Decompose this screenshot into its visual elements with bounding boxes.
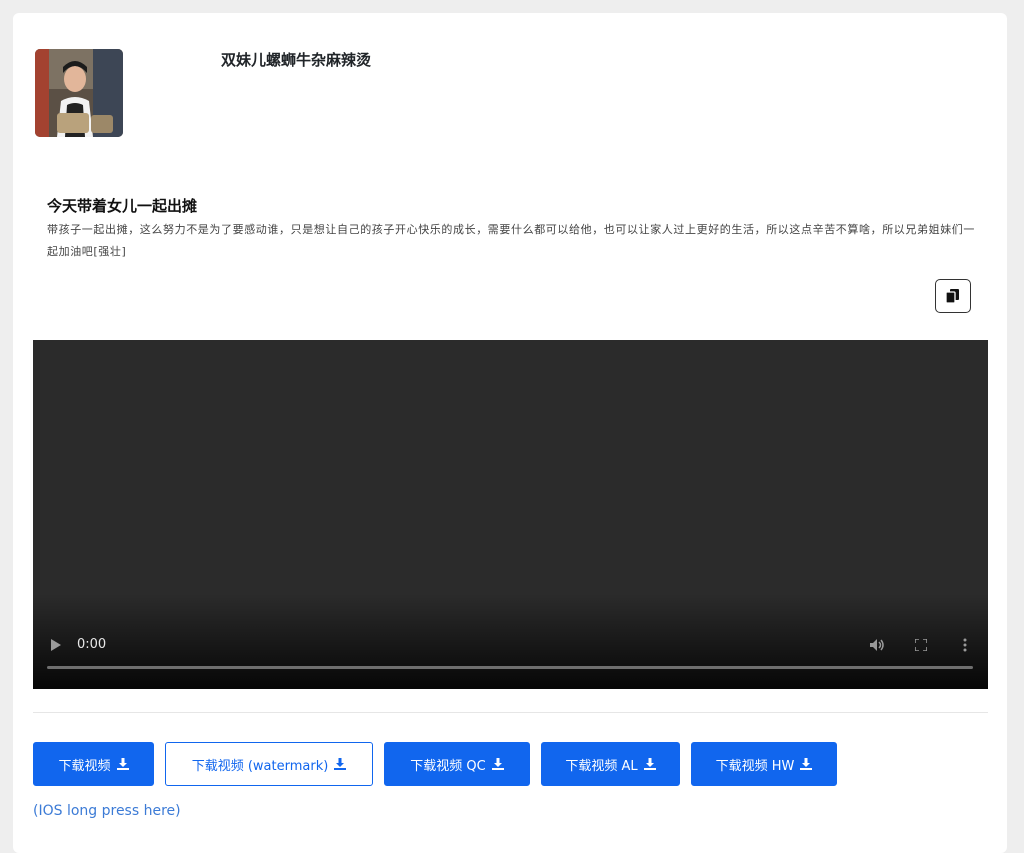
download-icon: [643, 758, 656, 770]
video-controls-overlay: [33, 594, 988, 689]
download-video-label: 下载视频: [58, 758, 111, 774]
download-watermark-button[interactable]: 下载视频 (watermark): [165, 742, 373, 786]
download-qc-label: 下载视频 QC: [410, 758, 486, 774]
copy-icon: [945, 289, 959, 304]
download-al-label: 下载视频 AL: [565, 758, 638, 774]
post-title: 今天带着女儿一起出摊: [47, 197, 198, 215]
play-button[interactable]: [49, 638, 63, 652]
download-icon: [334, 758, 347, 770]
divider: [33, 712, 988, 713]
video-player[interactable]: 0:00: [33, 340, 988, 689]
more-vertical-icon: [963, 638, 967, 652]
download-icon: [116, 758, 129, 770]
download-icon: [491, 758, 504, 770]
ios-long-press-link[interactable]: (IOS long press here): [33, 803, 181, 819]
post-description: 带孩子一起出摊，这么努力不是为了要感动谁，只是想让自己的孩子开心快乐的成长，需要…: [47, 223, 975, 258]
download-video-button[interactable]: 下载视频: [33, 742, 154, 786]
author-name: 双妹儿螺蛳牛杂麻辣烫: [221, 51, 372, 69]
download-al-button[interactable]: 下载视频 AL: [541, 742, 680, 786]
post-card: 双妹儿螺蛳牛杂麻辣烫 今天带着女儿一起出摊 带孩子一起出摊，这么努力不是为了要感…: [13, 13, 1007, 853]
volume-icon: [870, 639, 884, 651]
download-hw-label: 下载视频 HW: [715, 758, 795, 774]
fullscreen-icon: [915, 639, 927, 651]
avatar-photo: [35, 49, 123, 137]
avatar: [35, 49, 123, 137]
download-watermark-label: 下载视频 (watermark): [191, 758, 329, 774]
download-icon: [800, 758, 813, 770]
download-qc-button[interactable]: 下载视频 QC: [384, 742, 530, 786]
copy-button[interactable]: [935, 279, 971, 313]
play-icon: [51, 639, 61, 651]
more-options-button[interactable]: [956, 637, 974, 653]
fullscreen-button[interactable]: [912, 637, 930, 653]
video-time: 0:00: [77, 637, 107, 652]
progress-bar[interactable]: [47, 666, 973, 669]
volume-button[interactable]: [868, 637, 886, 653]
download-hw-button[interactable]: 下载视频 HW: [691, 742, 837, 786]
